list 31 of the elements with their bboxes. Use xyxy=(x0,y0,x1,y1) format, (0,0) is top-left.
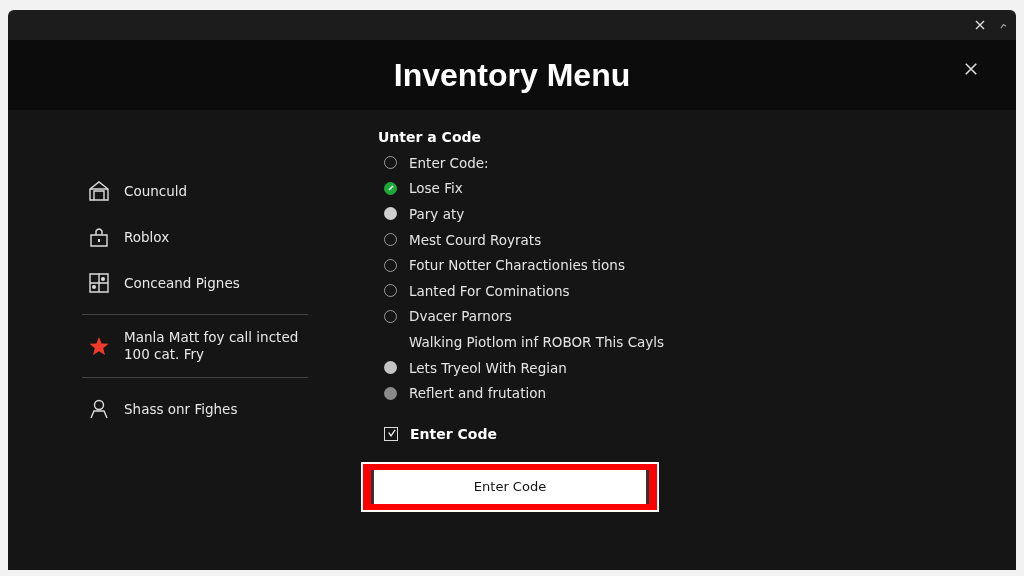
house-icon xyxy=(88,180,110,202)
grid-icon xyxy=(88,272,110,294)
option-label: Lanted For Cominations xyxy=(409,282,570,299)
sidebar-item[interactable]: Counculd xyxy=(82,168,308,214)
window-title: Inventory Menu xyxy=(393,56,631,94)
option-label: Dvacer Parnors xyxy=(409,308,512,325)
sidebar-item[interactable]: Conceand Pignes xyxy=(82,260,308,306)
enter-code-button[interactable]: Enter Code xyxy=(371,469,649,504)
option-label: Mest Courd Royrats xyxy=(409,231,542,248)
lock-icon xyxy=(88,226,110,248)
radio-button[interactable] xyxy=(384,386,397,400)
checkbox-label: Enter Code xyxy=(410,425,497,442)
checkbox[interactable] xyxy=(384,426,398,441)
sidebar-item[interactable]: Manla Matt foy call incted 100 cat. Fry xyxy=(82,323,308,369)
option-label: Lose Fix xyxy=(409,180,463,197)
radio-button[interactable] xyxy=(384,207,397,221)
option-label: Fotur Notter Charactionies tions xyxy=(409,257,625,274)
person-icon xyxy=(88,398,110,420)
option-label: Enter Code: xyxy=(409,154,489,171)
star-icon xyxy=(88,335,110,357)
sidebar-item[interactable]: Roblox xyxy=(82,214,308,260)
option-label: Walking Piotlom inf ROBOR This Cayls xyxy=(409,333,665,350)
section-heading: Unter a Code xyxy=(378,128,483,147)
radio-button[interactable] xyxy=(384,361,397,375)
option-label: Lets Tryeol With Regian xyxy=(409,359,567,376)
radio-button[interactable] xyxy=(384,181,397,195)
option-label: Reflert and frutation xyxy=(409,385,546,402)
sidebar-item[interactable]: Shass onr Fighes xyxy=(82,386,308,432)
close-icon[interactable] xyxy=(975,20,985,30)
option-label: Pary aty xyxy=(409,206,465,222)
close-icon[interactable] xyxy=(964,62,978,76)
